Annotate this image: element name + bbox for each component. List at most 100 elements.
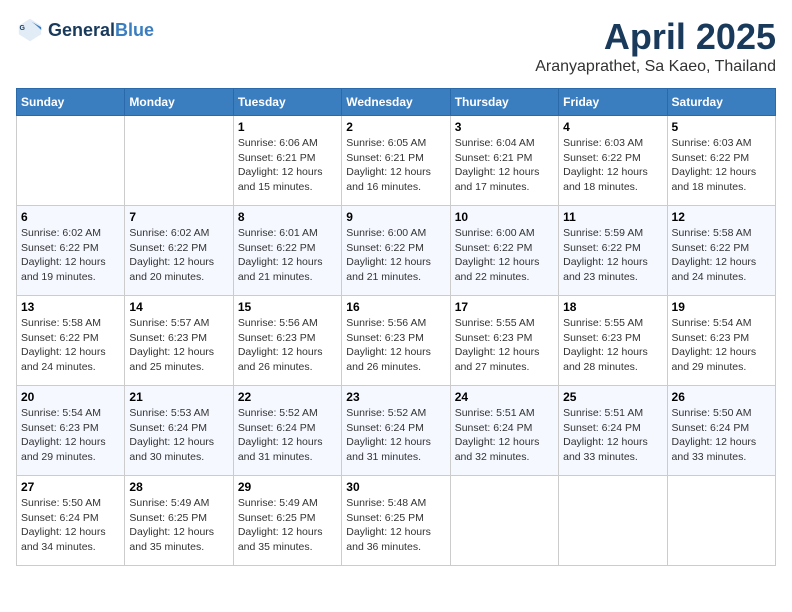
day-number: 23 xyxy=(346,390,445,404)
calendar-cell: 17 Sunrise: 5:55 AM Sunset: 6:23 PM Dayli… xyxy=(450,296,558,386)
logo-text-blue: Blue xyxy=(115,20,154,40)
day-number: 24 xyxy=(455,390,554,404)
day-number: 21 xyxy=(129,390,228,404)
day-number: 20 xyxy=(21,390,120,404)
calendar-cell: 23 Sunrise: 5:52 AM Sunset: 6:24 PM Dayli… xyxy=(342,386,450,476)
day-number: 25 xyxy=(563,390,662,404)
calendar-cell: 3 Sunrise: 6:04 AM Sunset: 6:21 PM Daylig… xyxy=(450,116,558,206)
day-info: Sunrise: 5:49 AM Sunset: 6:25 PM Dayligh… xyxy=(238,496,337,555)
calendar-table: SundayMondayTuesdayWednesdayThursdayFrid… xyxy=(16,88,776,566)
calendar-cell: 28Sunrise: 5:49 AM Sunset: 6:25 PM Dayli… xyxy=(125,476,233,566)
calendar-cell: 8 Sunrise: 6:01 AM Sunset: 6:22 PM Daylig… xyxy=(233,206,341,296)
calendar-cell: 4Sunrise: 6:03 AM Sunset: 6:22 PM Daylig… xyxy=(559,116,667,206)
day-info: Sunrise: 5:58 AM Sunset: 6:22 PM Dayligh… xyxy=(672,226,771,285)
calendar-cell xyxy=(667,476,775,566)
day-number: 2 xyxy=(346,120,445,134)
calendar-cell: 19 Sunrise: 5:54 AM Sunset: 6:23 PM Dayli… xyxy=(667,296,775,386)
day-info: Sunrise: 5:54 AM Sunset: 6:23 PM Dayligh… xyxy=(672,316,771,375)
calendar-cell: 9 Sunrise: 6:00 AM Sunset: 6:22 PM Daylig… xyxy=(342,206,450,296)
day-info: Sunrise: 5:57 AM Sunset: 6:23 PM Dayligh… xyxy=(129,316,228,375)
calendar-cell: 21 Sunrise: 5:53 AM Sunset: 6:24 PM Dayli… xyxy=(125,386,233,476)
calendar-cell: 2Sunrise: 6:05 AM Sunset: 6:21 PM Daylig… xyxy=(342,116,450,206)
day-info: Sunrise: 5:55 AM Sunset: 6:23 PM Dayligh… xyxy=(455,316,554,375)
calendar-cell: 29 Sunrise: 5:49 AM Sunset: 6:25 PM Dayli… xyxy=(233,476,341,566)
calendar-week-1: 1 Sunrise: 6:06 AM Sunset: 6:21 PM Daylig… xyxy=(17,116,776,206)
calendar-cell: 16Sunrise: 5:56 AM Sunset: 6:23 PM Dayli… xyxy=(342,296,450,386)
calendar-cell xyxy=(450,476,558,566)
day-info: Sunrise: 5:59 AM Sunset: 6:22 PM Dayligh… xyxy=(563,226,662,285)
day-info: Sunrise: 5:56 AM Sunset: 6:23 PM Dayligh… xyxy=(238,316,337,375)
day-number: 28 xyxy=(129,480,228,494)
calendar-cell: 11 Sunrise: 5:59 AM Sunset: 6:22 PM Dayli… xyxy=(559,206,667,296)
day-info: Sunrise: 5:55 AM Sunset: 6:23 PM Dayligh… xyxy=(563,316,662,375)
day-number: 7 xyxy=(129,210,228,224)
calendar-cell xyxy=(559,476,667,566)
day-number: 9 xyxy=(346,210,445,224)
weekday-header-tuesday: Tuesday xyxy=(233,89,341,116)
calendar-cell: 22Sunrise: 5:52 AM Sunset: 6:24 PM Dayli… xyxy=(233,386,341,476)
day-info: Sunrise: 6:00 AM Sunset: 6:22 PM Dayligh… xyxy=(346,226,445,285)
day-number: 1 xyxy=(238,120,337,134)
title-block: April 2025 Aranyaprathet, Sa Kaeo, Thail… xyxy=(535,16,776,76)
day-info: Sunrise: 6:00 AM Sunset: 6:22 PM Dayligh… xyxy=(455,226,554,285)
calendar-cell: 6Sunrise: 6:02 AM Sunset: 6:22 PM Daylig… xyxy=(17,206,125,296)
calendar-cell: 30Sunrise: 5:48 AM Sunset: 6:25 PM Dayli… xyxy=(342,476,450,566)
calendar-cell xyxy=(125,116,233,206)
calendar-cell: 1 Sunrise: 6:06 AM Sunset: 6:21 PM Daylig… xyxy=(233,116,341,206)
day-number: 19 xyxy=(672,300,771,314)
weekday-header-row: SundayMondayTuesdayWednesdayThursdayFrid… xyxy=(17,89,776,116)
day-info: Sunrise: 5:52 AM Sunset: 6:24 PM Dayligh… xyxy=(346,406,445,465)
calendar-cell: 18Sunrise: 5:55 AM Sunset: 6:23 PM Dayli… xyxy=(559,296,667,386)
day-number: 13 xyxy=(21,300,120,314)
day-number: 5 xyxy=(672,120,771,134)
calendar-week-5: 27Sunrise: 5:50 AM Sunset: 6:24 PM Dayli… xyxy=(17,476,776,566)
day-number: 29 xyxy=(238,480,337,494)
day-info: Sunrise: 5:58 AM Sunset: 6:22 PM Dayligh… xyxy=(21,316,120,375)
calendar-cell xyxy=(17,116,125,206)
weekday-header-wednesday: Wednesday xyxy=(342,89,450,116)
calendar-cell: 5 Sunrise: 6:03 AM Sunset: 6:22 PM Daylig… xyxy=(667,116,775,206)
day-number: 3 xyxy=(455,120,554,134)
day-number: 17 xyxy=(455,300,554,314)
calendar-cell: 13 Sunrise: 5:58 AM Sunset: 6:22 PM Dayli… xyxy=(17,296,125,386)
calendar-week-4: 20 Sunrise: 5:54 AM Sunset: 6:23 PM Dayli… xyxy=(17,386,776,476)
logo: G GeneralBlue xyxy=(16,16,154,44)
calendar-cell: 15 Sunrise: 5:56 AM Sunset: 6:23 PM Dayli… xyxy=(233,296,341,386)
day-number: 4 xyxy=(563,120,662,134)
calendar-cell: 26 Sunrise: 5:50 AM Sunset: 6:24 PM Dayli… xyxy=(667,386,775,476)
calendar-cell: 27Sunrise: 5:50 AM Sunset: 6:24 PM Dayli… xyxy=(17,476,125,566)
day-number: 12 xyxy=(672,210,771,224)
day-info: Sunrise: 5:51 AM Sunset: 6:24 PM Dayligh… xyxy=(455,406,554,465)
day-info: Sunrise: 5:48 AM Sunset: 6:25 PM Dayligh… xyxy=(346,496,445,555)
day-info: Sunrise: 6:01 AM Sunset: 6:22 PM Dayligh… xyxy=(238,226,337,285)
day-info: Sunrise: 5:50 AM Sunset: 6:24 PM Dayligh… xyxy=(672,406,771,465)
calendar-cell: 14 Sunrise: 5:57 AM Sunset: 6:23 PM Dayli… xyxy=(125,296,233,386)
weekday-header-friday: Friday xyxy=(559,89,667,116)
day-info: Sunrise: 5:52 AM Sunset: 6:24 PM Dayligh… xyxy=(238,406,337,465)
day-number: 15 xyxy=(238,300,337,314)
weekday-header-thursday: Thursday xyxy=(450,89,558,116)
day-info: Sunrise: 5:54 AM Sunset: 6:23 PM Dayligh… xyxy=(21,406,120,465)
logo-text-general: General xyxy=(48,20,115,40)
calendar-cell: 25Sunrise: 5:51 AM Sunset: 6:24 PM Dayli… xyxy=(559,386,667,476)
day-number: 14 xyxy=(129,300,228,314)
day-info: Sunrise: 6:06 AM Sunset: 6:21 PM Dayligh… xyxy=(238,136,337,195)
day-number: 6 xyxy=(21,210,120,224)
day-number: 8 xyxy=(238,210,337,224)
calendar-cell: 24 Sunrise: 5:51 AM Sunset: 6:24 PM Dayli… xyxy=(450,386,558,476)
day-info: Sunrise: 6:03 AM Sunset: 6:22 PM Dayligh… xyxy=(672,136,771,195)
calendar-cell: 12 Sunrise: 5:58 AM Sunset: 6:22 PM Dayli… xyxy=(667,206,775,296)
calendar-cell: 20 Sunrise: 5:54 AM Sunset: 6:23 PM Dayli… xyxy=(17,386,125,476)
day-number: 11 xyxy=(563,210,662,224)
day-number: 26 xyxy=(672,390,771,404)
weekday-header-monday: Monday xyxy=(125,89,233,116)
weekday-header-sunday: Sunday xyxy=(17,89,125,116)
day-info: Sunrise: 6:02 AM Sunset: 6:22 PM Dayligh… xyxy=(129,226,228,285)
calendar-week-3: 13 Sunrise: 5:58 AM Sunset: 6:22 PM Dayli… xyxy=(17,296,776,386)
calendar-week-2: 6 Sunrise: 6:02 AM Sunset: 6:22 PM Daylig… xyxy=(17,206,776,296)
day-info: Sunrise: 6:04 AM Sunset: 6:21 PM Dayligh… xyxy=(455,136,554,195)
logo-icon: G xyxy=(16,16,44,44)
calendar-title: April 2025 xyxy=(535,16,776,58)
calendar-body: 1 Sunrise: 6:06 AM Sunset: 6:21 PM Daylig… xyxy=(17,116,776,566)
day-info: Sunrise: 5:53 AM Sunset: 6:24 PM Dayligh… xyxy=(129,406,228,465)
